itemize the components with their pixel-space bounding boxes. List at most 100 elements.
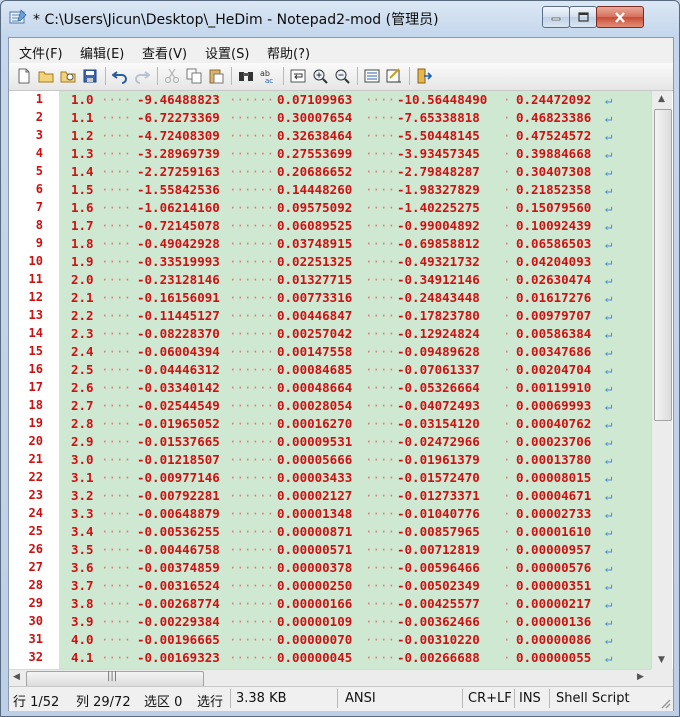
editor-line[interactable]: 13 2.2 ···· -0.11445127 ······ 0.00446847 ····… [9,308,651,326]
whitespace-marker: ···· [101,308,132,323]
minimize-button[interactable] [542,6,570,28]
text-editor[interactable]: 1 1.0 ···· -9.46488823 ······ 0.07109963 ···· -… [9,91,673,686]
editor-line[interactable]: 12 2.1 ···· -0.16156091 ······ 0.00773316 ····… [9,290,651,308]
whitespace-marker: ···· [365,614,396,629]
cell-col-1: 3.1 [71,470,94,485]
menu-help[interactable]: 帮助(?) [267,43,310,62]
editor-line[interactable]: 14 2.3 ···· -0.08228370 ······ 0.00257042 ····… [9,326,651,344]
eol-marker-icon: ↵ [605,632,613,647]
menu-view[interactable]: 查看(V) [142,43,187,62]
exit-icon[interactable] [416,68,432,84]
replace-icon[interactable]: abac [260,68,276,84]
whitespace-marker: ···· [101,326,132,341]
editor-line[interactable]: 7 1.6 ···· -1.06214160 ······ 0.09575092 ···· -… [9,200,651,218]
redo-icon[interactable] [134,68,150,84]
editor-line[interactable]: 3 1.2 ···· -4.72408309 ······ 0.32638464 ···· -… [9,128,651,146]
cell-col-1: 4.0 [71,632,94,647]
zoom-out-icon[interactable] [334,68,350,84]
editor-line[interactable]: 15 2.4 ···· -0.06004394 ······ 0.00147558 ····… [9,344,651,362]
line-number: 11 [28,272,43,286]
editor-line[interactable]: 2 1.1 ···· -6.72273369 ······ 0.30007654 ···· -… [9,110,651,128]
cell-col-4: -0.00425577 [397,596,480,611]
browse-icon[interactable] [60,68,76,84]
line-number: 10 [28,254,43,268]
wordwrap-icon[interactable] [290,68,306,84]
editor-line[interactable]: 10 1.9 ···· -0.33519993 ······ 0.02251325 ····… [9,254,651,272]
whitespace-marker: ···· [101,344,132,359]
whitespace-marker: ······ [229,596,275,611]
status-insert-mode[interactable]: INS [519,691,541,706]
whitespace-marker: ······ [229,218,275,233]
editor-line[interactable]: 22 3.1 ···· -0.00977146 ······ 0.00003433 ····… [9,470,651,488]
editor-line[interactable]: 5 1.4 ···· -2.27259163 ······ 0.20686652 ···· -… [9,164,651,182]
resize-grip-icon[interactable] [659,697,671,709]
horizontal-scroll-thumb[interactable]: ||| [26,671,204,686]
editor-line[interactable]: 23 3.2 ···· -0.00792281 ······ 0.00002127 ····… [9,488,651,506]
cell-col-3: 0.00000571 [277,542,353,557]
editor-line[interactable]: 11 2.0 ···· -0.23128146 ······ 0.01327715 ····… [9,272,651,290]
menu-file[interactable]: 文件(F) [19,43,63,62]
editor-line[interactable]: 26 3.5 ···· -0.00446758 ······ 0.00000571 ····… [9,542,651,560]
cell-col-3: 0.00009531 [277,434,353,449]
new-icon[interactable] [16,68,32,84]
editor-line[interactable]: 25 3.4 ···· -0.00536255 ······ 0.00000871 ····… [9,524,651,542]
open-icon[interactable] [38,68,54,84]
eol-marker-icon: ↵ [605,398,613,413]
save-icon[interactable] [82,68,98,84]
editor-line[interactable]: 30 3.9 ···· -0.00229384 ······ 0.00000109 ····… [9,614,651,632]
status-eol-mode[interactable]: CR+LF [468,691,512,706]
scroll-up-arrow-icon[interactable]: ▲ [658,94,665,104]
whitespace-marker: ······ [229,380,275,395]
editor-line[interactable]: 29 3.8 ···· -0.00268774 ······ 0.00000166 ····… [9,596,651,614]
cell-col-3: 0.27553699 [277,146,353,161]
editor-line[interactable]: 28 3.7 ···· -0.00316524 ······ 0.00000250 ····… [9,578,651,596]
editor-line[interactable]: 8 1.7 ···· -0.72145078 ······ 0.06089525 ···· -… [9,218,651,236]
status-encoding[interactable]: ANSI [345,691,376,706]
maximize-button[interactable] [569,6,597,28]
cell-col-1: 3.2 [71,488,94,503]
horizontal-scrollbar[interactable]: ◀ ||| ▶ [9,669,651,686]
scroll-down-arrow-icon[interactable]: ▼ [658,655,665,665]
editor-line[interactable]: 18 2.7 ···· -0.02544549 ······ 0.00028054 ····… [9,398,651,416]
title-bar[interactable]: * C:\Users\Jicun\Desktop\_HeDim - Notepa… [1,1,679,35]
editor-line[interactable]: 31 4.0 ···· -0.00196665 ······ 0.00000070 ····… [9,632,651,650]
schemes-icon[interactable] [364,68,380,84]
cell-col-1: 3.3 [71,506,94,521]
scroll-right-arrow-icon[interactable]: ▶ [637,672,644,682]
editor-line[interactable]: 16 2.5 ···· -0.04446312 ······ 0.00084685 ····… [9,362,651,380]
zoom-in-icon[interactable] [312,68,328,84]
vertical-scrollbar[interactable]: ▲ ▼ [651,91,672,669]
status-lexer[interactable]: Shell Script [556,691,630,706]
editor-line[interactable]: 6 1.5 ···· -1.55842536 ······ 0.14448260 ···· -… [9,182,651,200]
editor-line[interactable]: 24 3.3 ···· -0.00648879 ······ 0.00001348 ····… [9,506,651,524]
menu-edit[interactable]: 编辑(E) [80,43,124,62]
scroll-left-arrow-icon[interactable]: ◀ [13,672,20,682]
cell-col-3: 0.01327715 [277,272,353,287]
eol-marker-icon: ↵ [605,128,613,143]
cell-col-1: 2.0 [71,272,94,287]
menu-settings[interactable]: 设置(S) [205,43,249,62]
editor-line[interactable]: 4 1.3 ···· -3.28969739 ······ 0.27553699 ···· -… [9,146,651,164]
editor-line[interactable]: 27 3.6 ···· -0.00374859 ······ 0.00000378 ····… [9,560,651,578]
undo-icon[interactable] [112,68,128,84]
editor-line[interactable]: 19 2.8 ···· -0.01965052 ······ 0.00016270 ····… [9,416,651,434]
eol-marker-icon: ↵ [605,614,613,629]
editor-line[interactable]: 9 1.8 ···· -0.49042928 ······ 0.03748915 ···· -… [9,236,651,254]
whitespace-marker: · [503,362,511,377]
customize-icon[interactable] [386,68,402,84]
whitespace-marker: · [503,560,511,575]
vertical-scroll-thumb[interactable] [654,109,672,421]
editor-line[interactable]: 1 1.0 ···· -9.46488823 ······ 0.07109963 ···· -… [9,92,651,110]
cell-col-4: -0.04072493 [397,398,480,413]
paste-icon[interactable] [208,68,224,84]
editor-line[interactable]: 17 2.6 ···· -0.03340142 ······ 0.00048664 ····… [9,380,651,398]
editor-line[interactable]: 21 3.0 ···· -0.01218507 ······ 0.00005666 ····… [9,452,651,470]
whitespace-marker: ······ [229,470,275,485]
cut-icon[interactable] [164,68,180,84]
find-icon[interactable] [238,68,254,84]
copy-icon[interactable] [186,68,202,84]
editor-line[interactable]: 20 2.9 ···· -0.01537665 ······ 0.00009531 ····… [9,434,651,452]
whitespace-marker: · [503,308,511,323]
close-button[interactable] [596,6,644,28]
editor-line[interactable]: 32 4.1 ···· -0.00169323 ······ 0.00000045 ····… [9,650,651,668]
